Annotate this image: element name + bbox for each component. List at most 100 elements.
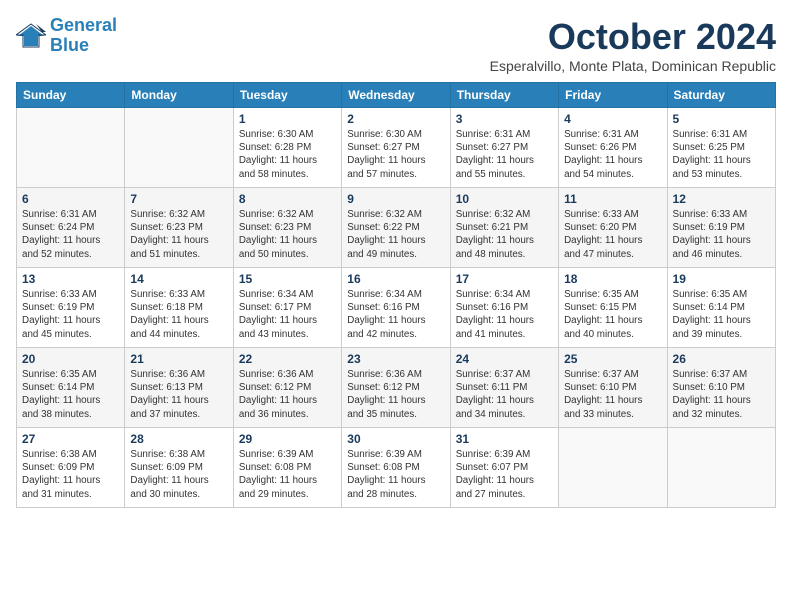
- calendar-cell: [559, 428, 667, 508]
- day-info: Sunrise: 6:38 AM Sunset: 6:09 PM Dayligh…: [130, 448, 227, 501]
- calendar-cell: 14 Sunrise: 6:33 AM Sunset: 6:18 PM Dayli…: [125, 268, 233, 348]
- calendar-table: SundayMondayTuesdayWednesdayThursdayFrid…: [16, 82, 776, 508]
- weekday-header-wednesday: Wednesday: [342, 83, 450, 108]
- calendar-cell: [125, 108, 233, 188]
- day-number: 13: [22, 272, 119, 286]
- day-number: 23: [347, 352, 444, 366]
- weekday-header-row: SundayMondayTuesdayWednesdayThursdayFrid…: [17, 83, 776, 108]
- day-info: Sunrise: 6:34 AM Sunset: 6:17 PM Dayligh…: [239, 288, 336, 341]
- calendar-cell: 22 Sunrise: 6:36 AM Sunset: 6:12 PM Dayli…: [233, 348, 341, 428]
- day-info: Sunrise: 6:33 AM Sunset: 6:18 PM Dayligh…: [130, 288, 227, 341]
- logo-text: General Blue: [50, 16, 117, 56]
- day-info: Sunrise: 6:31 AM Sunset: 6:27 PM Dayligh…: [456, 128, 553, 181]
- day-info: Sunrise: 6:36 AM Sunset: 6:13 PM Dayligh…: [130, 368, 227, 421]
- day-info: Sunrise: 6:32 AM Sunset: 6:21 PM Dayligh…: [456, 208, 553, 261]
- day-info: Sunrise: 6:31 AM Sunset: 6:25 PM Dayligh…: [673, 128, 770, 181]
- day-info: Sunrise: 6:39 AM Sunset: 6:07 PM Dayligh…: [456, 448, 553, 501]
- day-number: 11: [564, 192, 661, 206]
- day-number: 24: [456, 352, 553, 366]
- weekday-header-friday: Friday: [559, 83, 667, 108]
- calendar-cell: 6 Sunrise: 6:31 AM Sunset: 6:24 PM Daylig…: [17, 188, 125, 268]
- page-header: General Blue October 2024 Esperalvillo, …: [16, 16, 776, 74]
- day-number: 26: [673, 352, 770, 366]
- weekday-header-monday: Monday: [125, 83, 233, 108]
- calendar-cell: 24 Sunrise: 6:37 AM Sunset: 6:11 PM Dayli…: [450, 348, 558, 428]
- day-info: Sunrise: 6:35 AM Sunset: 6:14 PM Dayligh…: [673, 288, 770, 341]
- calendar-cell: [17, 108, 125, 188]
- title-block: October 2024 Esperalvillo, Monte Plata, …: [490, 16, 776, 74]
- day-number: 7: [130, 192, 227, 206]
- calendar-cell: 30 Sunrise: 6:39 AM Sunset: 6:08 PM Dayli…: [342, 428, 450, 508]
- day-number: 1: [239, 112, 336, 126]
- calendar-cell: 18 Sunrise: 6:35 AM Sunset: 6:15 PM Dayli…: [559, 268, 667, 348]
- calendar-cell: [667, 428, 775, 508]
- day-info: Sunrise: 6:34 AM Sunset: 6:16 PM Dayligh…: [347, 288, 444, 341]
- calendar-cell: 27 Sunrise: 6:38 AM Sunset: 6:09 PM Dayli…: [17, 428, 125, 508]
- calendar-cell: 12 Sunrise: 6:33 AM Sunset: 6:19 PM Dayli…: [667, 188, 775, 268]
- day-info: Sunrise: 6:36 AM Sunset: 6:12 PM Dayligh…: [239, 368, 336, 421]
- calendar-cell: 1 Sunrise: 6:30 AM Sunset: 6:28 PM Daylig…: [233, 108, 341, 188]
- day-number: 22: [239, 352, 336, 366]
- logo-icon: [16, 22, 46, 50]
- day-info: Sunrise: 6:39 AM Sunset: 6:08 PM Dayligh…: [347, 448, 444, 501]
- calendar-cell: 31Sunrise: 6:39 AM Sunset: 6:07 PM Dayli…: [450, 428, 558, 508]
- day-info: Sunrise: 6:39 AM Sunset: 6:08 PM Dayligh…: [239, 448, 336, 501]
- day-number: 20: [22, 352, 119, 366]
- calendar-cell: 4Sunrise: 6:31 AM Sunset: 6:26 PM Daylig…: [559, 108, 667, 188]
- day-number: 18: [564, 272, 661, 286]
- day-info: Sunrise: 6:33 AM Sunset: 6:19 PM Dayligh…: [673, 208, 770, 261]
- month-title: October 2024: [490, 16, 776, 58]
- calendar-cell: 10 Sunrise: 6:32 AM Sunset: 6:21 PM Dayli…: [450, 188, 558, 268]
- logo: General Blue: [16, 16, 117, 56]
- weekday-header-tuesday: Tuesday: [233, 83, 341, 108]
- day-info: Sunrise: 6:37 AM Sunset: 6:10 PM Dayligh…: [673, 368, 770, 421]
- day-number: 3: [456, 112, 553, 126]
- day-number: 14: [130, 272, 227, 286]
- calendar-cell: 8Sunrise: 6:32 AM Sunset: 6:23 PM Daylig…: [233, 188, 341, 268]
- day-number: 5: [673, 112, 770, 126]
- calendar-cell: 13Sunrise: 6:33 AM Sunset: 6:19 PM Dayli…: [17, 268, 125, 348]
- day-number: 30: [347, 432, 444, 446]
- day-number: 25: [564, 352, 661, 366]
- day-info: Sunrise: 6:31 AM Sunset: 6:26 PM Dayligh…: [564, 128, 661, 181]
- calendar-cell: 23 Sunrise: 6:36 AM Sunset: 6:12 PM Dayli…: [342, 348, 450, 428]
- day-number: 19: [673, 272, 770, 286]
- day-number: 8: [239, 192, 336, 206]
- day-number: 15: [239, 272, 336, 286]
- weekday-header-sunday: Sunday: [17, 83, 125, 108]
- day-info: Sunrise: 6:35 AM Sunset: 6:14 PM Dayligh…: [22, 368, 119, 421]
- location: Esperalvillo, Monte Plata, Dominican Rep…: [490, 58, 776, 74]
- weekday-header-saturday: Saturday: [667, 83, 775, 108]
- calendar-cell: 21Sunrise: 6:36 AM Sunset: 6:13 PM Dayli…: [125, 348, 233, 428]
- calendar-cell: 26 Sunrise: 6:37 AM Sunset: 6:10 PM Dayli…: [667, 348, 775, 428]
- day-number: 12: [673, 192, 770, 206]
- calendar-cell: 20 Sunrise: 6:35 AM Sunset: 6:14 PM Dayli…: [17, 348, 125, 428]
- day-info: Sunrise: 6:38 AM Sunset: 6:09 PM Dayligh…: [22, 448, 119, 501]
- calendar-cell: 19 Sunrise: 6:35 AM Sunset: 6:14 PM Dayli…: [667, 268, 775, 348]
- calendar-cell: 3 Sunrise: 6:31 AM Sunset: 6:27 PM Daylig…: [450, 108, 558, 188]
- day-info: Sunrise: 6:33 AM Sunset: 6:20 PM Dayligh…: [564, 208, 661, 261]
- calendar-cell: 11 Sunrise: 6:33 AM Sunset: 6:20 PM Dayli…: [559, 188, 667, 268]
- weekday-header-thursday: Thursday: [450, 83, 558, 108]
- day-number: 10: [456, 192, 553, 206]
- day-info: Sunrise: 6:34 AM Sunset: 6:16 PM Dayligh…: [456, 288, 553, 341]
- day-number: 27: [22, 432, 119, 446]
- calendar-week-1: 1 Sunrise: 6:30 AM Sunset: 6:28 PM Daylig…: [17, 108, 776, 188]
- day-number: 28: [130, 432, 227, 446]
- day-info: Sunrise: 6:31 AM Sunset: 6:24 PM Dayligh…: [22, 208, 119, 261]
- day-info: Sunrise: 6:35 AM Sunset: 6:15 PM Dayligh…: [564, 288, 661, 341]
- calendar-cell: 9 Sunrise: 6:32 AM Sunset: 6:22 PM Daylig…: [342, 188, 450, 268]
- day-info: Sunrise: 6:36 AM Sunset: 6:12 PM Dayligh…: [347, 368, 444, 421]
- day-info: Sunrise: 6:30 AM Sunset: 6:27 PM Dayligh…: [347, 128, 444, 181]
- calendar-cell: 29 Sunrise: 6:39 AM Sunset: 6:08 PM Dayli…: [233, 428, 341, 508]
- day-info: Sunrise: 6:30 AM Sunset: 6:28 PM Dayligh…: [239, 128, 336, 181]
- day-info: Sunrise: 6:37 AM Sunset: 6:11 PM Dayligh…: [456, 368, 553, 421]
- day-number: 29: [239, 432, 336, 446]
- calendar-cell: 28 Sunrise: 6:38 AM Sunset: 6:09 PM Dayli…: [125, 428, 233, 508]
- calendar-cell: 25Sunrise: 6:37 AM Sunset: 6:10 PM Dayli…: [559, 348, 667, 428]
- calendar-cell: 16Sunrise: 6:34 AM Sunset: 6:16 PM Dayli…: [342, 268, 450, 348]
- day-number: 9: [347, 192, 444, 206]
- calendar-cell: 7Sunrise: 6:32 AM Sunset: 6:23 PM Daylig…: [125, 188, 233, 268]
- day-info: Sunrise: 6:32 AM Sunset: 6:22 PM Dayligh…: [347, 208, 444, 261]
- day-number: 6: [22, 192, 119, 206]
